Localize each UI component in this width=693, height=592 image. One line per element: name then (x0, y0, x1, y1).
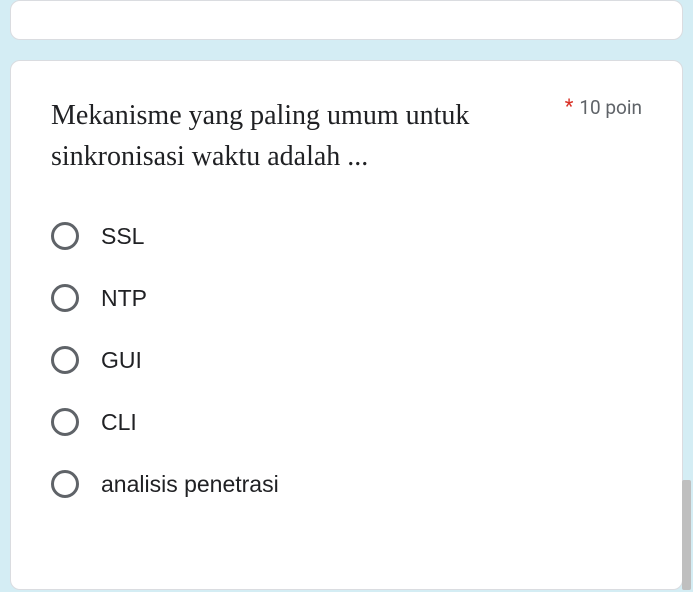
question-header: Mekanisme yang paling umum untuk sinkron… (51, 96, 642, 177)
option-analisis-penetrasi[interactable]: analisis penetrasi (51, 470, 642, 498)
option-label: NTP (101, 285, 147, 312)
radio-icon (51, 284, 79, 312)
points-label: 10 poin (579, 96, 642, 119)
option-label: CLI (101, 409, 137, 436)
options-group: SSL NTP GUI CLI analisis penetrasi (51, 222, 642, 498)
question-card: Mekanisme yang paling umum untuk sinkron… (10, 60, 683, 590)
required-asterisk: * (565, 96, 574, 116)
question-text: Mekanisme yang paling umum untuk sinkron… (51, 96, 565, 177)
option-gui[interactable]: GUI (51, 346, 642, 374)
option-label: GUI (101, 347, 142, 374)
radio-icon (51, 408, 79, 436)
radio-icon (51, 346, 79, 374)
radio-icon (51, 470, 79, 498)
option-label: analisis penetrasi (101, 471, 279, 498)
previous-card-edge (10, 0, 683, 40)
points-box: * 10 poin (565, 96, 642, 119)
radio-icon (51, 222, 79, 250)
option-cli[interactable]: CLI (51, 408, 642, 436)
scrollbar-thumb[interactable] (682, 480, 691, 590)
option-label: SSL (101, 223, 144, 250)
option-ntp[interactable]: NTP (51, 284, 642, 312)
option-ssl[interactable]: SSL (51, 222, 642, 250)
